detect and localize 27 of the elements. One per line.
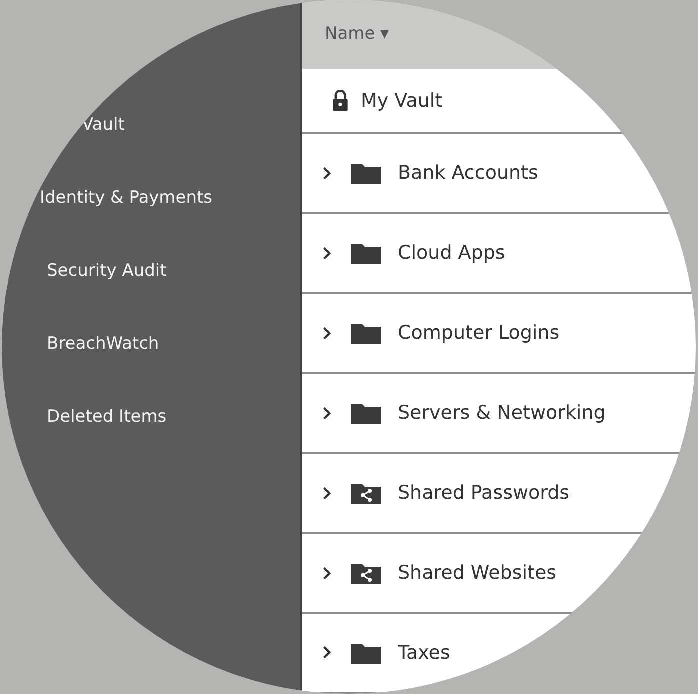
folder-name[interactable]: Taxes	[398, 642, 450, 664]
folder-name[interactable]: Shared Websites	[398, 562, 557, 584]
folder-icon	[349, 161, 383, 186]
folder-icon	[349, 401, 383, 426]
folder-name[interactable]: Computer Logins	[398, 322, 560, 344]
shared-folder-icon	[349, 481, 383, 506]
sidebar-item[interactable]: Security Audit	[0, 258, 167, 284]
sidebar-item[interactable]: Vault	[0, 112, 125, 138]
shared-folder-icon	[349, 561, 383, 586]
folder-name[interactable]: Cloud Apps	[398, 242, 506, 264]
lock-icon	[332, 90, 349, 112]
folder-name[interactable]: Shared Passwords	[398, 482, 570, 504]
sidebar-item[interactable]: Deleted Items	[0, 404, 167, 430]
sidebar-item[interactable]: Identity & Payments	[0, 185, 212, 211]
chevron-icon[interactable]	[322, 326, 333, 340]
chevron-icon[interactable]	[322, 566, 333, 580]
chevron-icon[interactable]	[322, 406, 333, 420]
chevron-icon[interactable]	[322, 246, 333, 260]
chevron-icon[interactable]	[322, 646, 333, 660]
folder-name[interactable]: Servers & Networking	[398, 402, 606, 424]
folder-name[interactable]: Bank Accounts	[398, 162, 538, 184]
vault-name[interactable]: My Vault	[361, 90, 443, 112]
chevron-icon[interactable]	[322, 166, 333, 180]
folder-icon	[349, 321, 383, 346]
chevron-icon[interactable]	[322, 486, 333, 500]
sidebar-item[interactable]: BreachWatch	[0, 331, 160, 357]
folder-icon	[349, 241, 383, 266]
